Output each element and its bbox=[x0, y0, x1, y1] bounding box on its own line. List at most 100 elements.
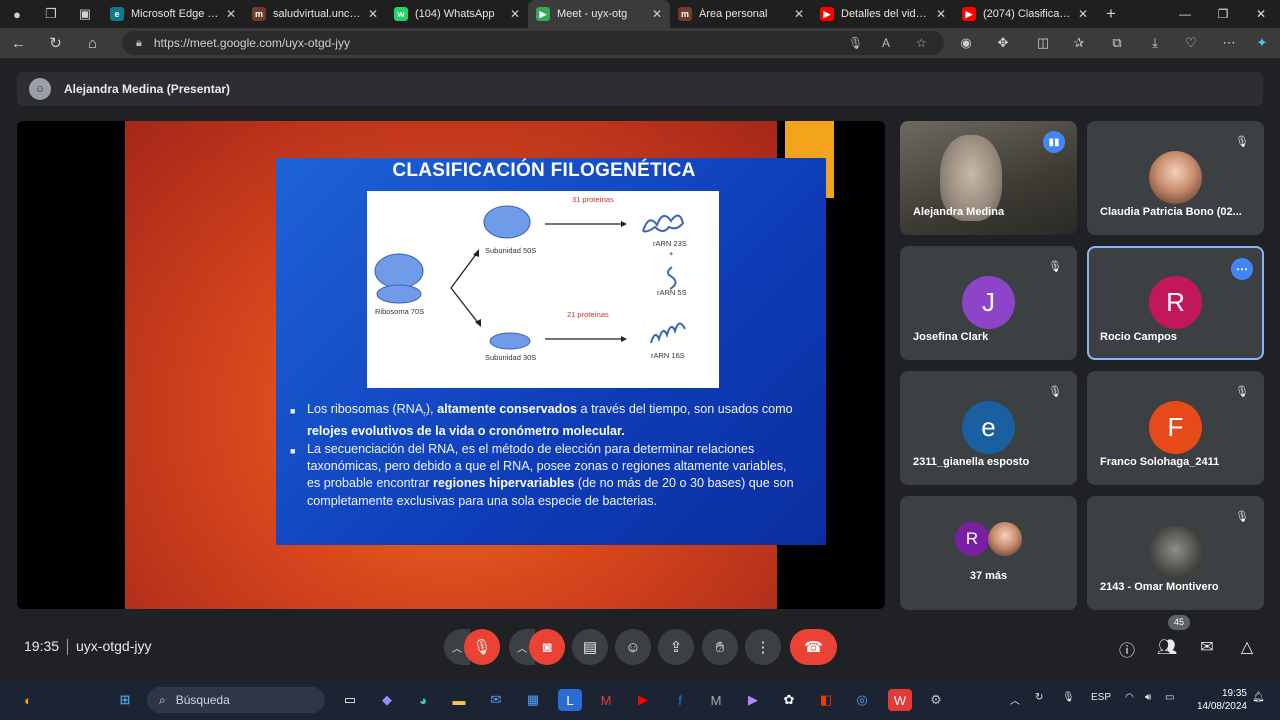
home-icon[interactable]: ⌂ bbox=[74, 35, 111, 52]
collections-icon[interactable]: ⧉ bbox=[1099, 28, 1135, 58]
tab-actions-icon[interactable]: ▣ bbox=[68, 0, 102, 28]
split-screen-icon[interactable]: ◫ bbox=[1025, 28, 1061, 58]
tab-title: (104) WhatsApp bbox=[415, 8, 495, 20]
close-tab-icon[interactable]: ✕ bbox=[936, 7, 946, 21]
mcafee-icon[interactable]: M bbox=[594, 689, 618, 711]
participant-tile-franco[interactable]: F 🎙︎ Franco Solohaga_2411 bbox=[1087, 371, 1264, 485]
app-m-icon[interactable]: M bbox=[704, 689, 728, 711]
windows-taskbar: ◐ ⊞ ⌕ Búsqueda ▭ ◆ ◕ ▬ ✉︎ ▦ L M ▶ f M ▶ … bbox=[0, 680, 1280, 720]
camera-toggle-button[interactable]: ◙ bbox=[529, 629, 565, 665]
facebook-icon[interactable]: f bbox=[668, 689, 692, 711]
captions-button[interactable]: ▤ bbox=[572, 629, 608, 665]
workspaces-icon[interactable]: ❐ bbox=[34, 0, 68, 28]
bullet-text: Los ribosomas (RNAr), altamente conserva… bbox=[307, 402, 793, 438]
language-indicator[interactable]: ESP bbox=[1091, 692, 1111, 703]
participant-tile-others[interactable]: R 37 más bbox=[900, 496, 1077, 610]
app-play-icon[interactable]: ▶ bbox=[741, 689, 765, 711]
participant-name: Franco Solohaga_2411 bbox=[1100, 456, 1220, 468]
start-icon[interactable]: ⊞ bbox=[113, 689, 137, 711]
edge-icon[interactable]: ◕ bbox=[411, 689, 435, 711]
browser-tab[interactable]: ▶ Detalles del video - ✕ bbox=[812, 0, 954, 28]
close-tab-icon[interactable]: ✕ bbox=[510, 7, 520, 21]
leave-call-button[interactable]: ☎︎ bbox=[790, 629, 837, 665]
task-view-icon[interactable]: ▭ bbox=[338, 689, 362, 711]
volume-icon[interactable]: 🔊︎ bbox=[1145, 692, 1151, 703]
tray-sync-icon[interactable]: ↻ bbox=[1035, 692, 1043, 703]
present-screen-button[interactable]: ⇪ bbox=[658, 629, 694, 665]
profile-icon[interactable]: ● bbox=[0, 0, 34, 28]
browser-essentials-icon[interactable]: ♡ bbox=[1173, 28, 1209, 58]
steam-icon[interactable]: ◎ bbox=[850, 689, 874, 711]
close-tab-icon[interactable]: ✕ bbox=[368, 7, 378, 21]
browser-tab[interactable]: m Área personal ✕ bbox=[670, 0, 812, 28]
participant-tile-rocio[interactable]: R ⋯ Rocio Campos bbox=[1087, 246, 1264, 360]
lock-icon[interactable]: 🔒︎ bbox=[136, 37, 142, 50]
avatar: R bbox=[955, 522, 989, 556]
participant-tile-josefina[interactable]: J 🎙︎ Josefina Clark bbox=[900, 246, 1077, 360]
favorites-icon[interactable]: ✰ bbox=[1061, 28, 1097, 58]
copilot-icon[interactable]: ✦ bbox=[1244, 28, 1280, 58]
participant-tile-gianella[interactable]: e 🎙︎ 2311_gianella esposto bbox=[900, 371, 1077, 485]
favorite-icon[interactable]: ☆ bbox=[916, 36, 927, 50]
participant-name: 2143 - Omar Montivero bbox=[1100, 581, 1219, 593]
browser-tab[interactable]: ▶ Meet - uyx-otg ✕ bbox=[528, 0, 670, 28]
taskbar-clock[interactable]: 19:35 14/08/2024 bbox=[1189, 687, 1247, 713]
new-tab-button[interactable]: + bbox=[1096, 4, 1126, 24]
extensions-puzzle-icon[interactable]: ✥ bbox=[985, 28, 1021, 58]
browser-tab[interactable]: e Microsoft Edge | Ne ✕ bbox=[102, 0, 244, 28]
reactions-button[interactable]: ☺ bbox=[615, 629, 651, 665]
tray-chevron-icon[interactable]: ︿ bbox=[1010, 692, 1020, 707]
presentation-stage[interactable]: CLASIFICACIÓN FILOGENÉTICA Ribosoma 70S … bbox=[17, 121, 885, 609]
mail-icon[interactable]: ✉︎ bbox=[484, 689, 508, 711]
back-icon[interactable]: ← bbox=[0, 35, 37, 52]
more-options-button[interactable]: ⋮ bbox=[745, 629, 781, 665]
participant-name: Rocio Campos bbox=[1100, 331, 1178, 343]
browser-tab[interactable]: ▶ (2074) Clasificación ✕ bbox=[954, 0, 1096, 28]
maximize-icon[interactable]: ❐ bbox=[1204, 0, 1242, 28]
taskbar-search[interactable]: ⌕ Búsqueda bbox=[147, 687, 325, 713]
minimize-icon[interactable]: — bbox=[1166, 0, 1204, 28]
url-field[interactable]: 🔒︎ https://meet.google.com/uyx-otgd-jyy … bbox=[122, 31, 944, 55]
extension-icon[interactable]: ◉ bbox=[948, 28, 984, 58]
microphone-icon[interactable]: 🎙︎ bbox=[848, 36, 863, 50]
browser-tab[interactable]: w (104) WhatsApp ✕ bbox=[386, 0, 528, 28]
app-l-icon[interactable]: L bbox=[558, 689, 582, 711]
participant-tile-alejandra[interactable]: ▮▮ Alejandra Medina bbox=[900, 121, 1077, 235]
close-tab-icon[interactable]: ✕ bbox=[652, 7, 662, 21]
tray-mic-icon[interactable]: 🎙︎ bbox=[1062, 692, 1075, 703]
subunit-30s-label: Subunidad 30S bbox=[485, 353, 537, 362]
wifi-icon[interactable]: ◠ bbox=[1125, 692, 1134, 703]
app-settings-icon[interactable]: ⚙︎ bbox=[924, 689, 948, 711]
file-explorer-icon[interactable]: ▬ bbox=[447, 689, 471, 711]
settings-more-icon[interactable]: ⋯ bbox=[1211, 28, 1247, 58]
weather-widget-icon[interactable]: ◐ bbox=[16, 689, 40, 711]
microphone-toggle-button[interactable]: 🎙︎ bbox=[464, 629, 500, 665]
read-aloud-icon[interactable]: A bbox=[882, 36, 890, 50]
close-window-icon[interactable]: ✕ bbox=[1242, 0, 1280, 28]
tab-favicon-icon: e bbox=[110, 7, 124, 21]
close-tab-icon[interactable]: ✕ bbox=[1078, 7, 1088, 21]
close-tab-icon[interactable]: ✕ bbox=[226, 7, 236, 21]
people-icon[interactable]: 👥︎ bbox=[1155, 637, 1179, 661]
participant-tile-claudia[interactable]: 🎙︎ Claudia Patricia Bono (02... bbox=[1087, 121, 1264, 235]
browser-tab[interactable]: m saludvirtual.unca.ed ✕ bbox=[244, 0, 386, 28]
youtube-icon[interactable]: ▶ bbox=[631, 689, 655, 711]
downloads-icon[interactable]: ⤓ bbox=[1137, 28, 1173, 58]
meeting-details-icon[interactable]: ⓘ bbox=[1115, 637, 1139, 661]
app-capture-icon[interactable]: ✿ bbox=[777, 689, 801, 711]
raise-hand-button[interactable]: ✋︎ bbox=[702, 629, 738, 665]
notifications-icon[interactable]: 🔔︎ bbox=[1252, 692, 1265, 703]
ribosome-70s-label: Ribosoma 70S bbox=[375, 307, 425, 316]
office-icon[interactable]: ◧ bbox=[814, 689, 838, 711]
activities-icon[interactable]: △ bbox=[1235, 637, 1259, 661]
battery-icon[interactable]: ▭ bbox=[1165, 692, 1174, 703]
chat-icon[interactable]: ✉︎ bbox=[1195, 637, 1219, 661]
participant-tile-omar[interactable]: 🎙︎ 2143 - Omar Montivero bbox=[1087, 496, 1264, 610]
teams-icon[interactable]: ◆ bbox=[375, 689, 399, 711]
refresh-icon[interactable]: ↻ bbox=[37, 34, 74, 52]
more-options-icon[interactable]: ⋯ bbox=[1231, 258, 1253, 280]
close-tab-icon[interactable]: ✕ bbox=[794, 7, 804, 21]
slide-bullets: ■ Los ribosomas (RNAr), altamente conser… bbox=[290, 401, 802, 511]
app-w-icon[interactable]: W bbox=[888, 689, 912, 711]
store-icon[interactable]: ▦ bbox=[521, 689, 545, 711]
